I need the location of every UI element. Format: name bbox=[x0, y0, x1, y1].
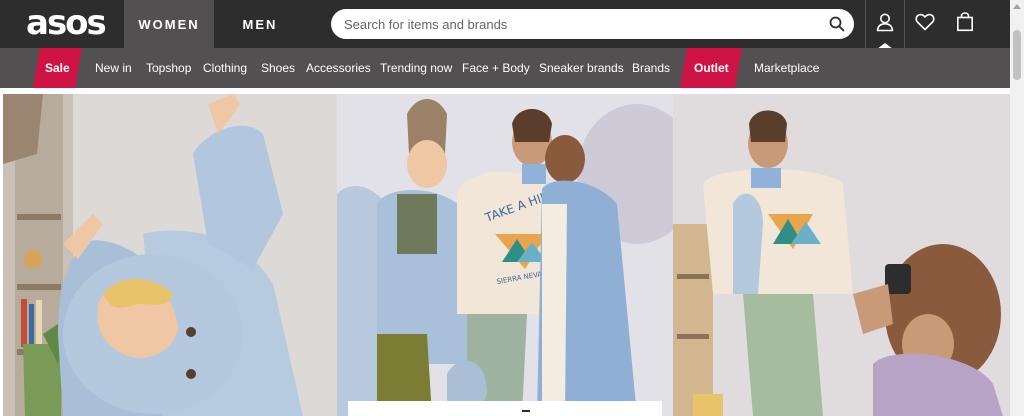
nav-topshop[interactable]: Topshop bbox=[146, 48, 191, 88]
nav-face-body[interactable]: Face + Body bbox=[462, 48, 530, 88]
nav-trending-now[interactable]: Trending now bbox=[380, 48, 452, 88]
hero-cta-card[interactable] bbox=[348, 401, 662, 416]
account-icon bbox=[875, 12, 895, 37]
scroll-up-arrow-icon[interactable] bbox=[1013, 4, 1021, 9]
nav-accessories[interactable]: Accessories bbox=[306, 48, 371, 88]
search-icon[interactable] bbox=[820, 9, 854, 39]
hero-photo-3 bbox=[673, 94, 1010, 416]
nav-shoes[interactable]: Shoes bbox=[261, 48, 295, 88]
top-header: asos WOMEN MEN bbox=[0, 0, 1010, 49]
search-bar bbox=[331, 9, 854, 39]
nav-outlet[interactable]: Outlet bbox=[680, 48, 742, 88]
bag-button[interactable] bbox=[945, 0, 985, 48]
nav-clothing[interactable]: Clothing bbox=[203, 48, 247, 88]
account-button[interactable] bbox=[865, 0, 905, 48]
hero-cta-mark bbox=[522, 410, 530, 412]
nav-sneaker-brands[interactable]: Sneaker brands bbox=[539, 48, 624, 88]
nav-sale[interactable]: Sale bbox=[33, 48, 82, 88]
hero-photo-1 bbox=[3, 94, 337, 416]
heart-icon bbox=[915, 13, 935, 36]
search-input[interactable] bbox=[331, 10, 820, 38]
tab-men[interactable]: MEN bbox=[214, 0, 306, 48]
nav-new-in[interactable]: New in bbox=[95, 48, 132, 88]
saved-items-button[interactable] bbox=[905, 0, 945, 48]
scrollbar-thumb[interactable] bbox=[1013, 30, 1021, 80]
hero-photo-2: TAKE A HIKE SIERRA NEVADA bbox=[337, 94, 673, 416]
category-nav: Sale New in Topshop Clothing Shoes Acces… bbox=[0, 48, 1010, 88]
hero-banner[interactable]: TAKE A HIKE SIERRA NEVADA bbox=[0, 94, 1010, 416]
tab-women[interactable]: WOMEN bbox=[124, 0, 214, 48]
asos-logo[interactable]: asos bbox=[26, 6, 107, 42]
page-scrollbar[interactable] bbox=[1010, 0, 1024, 416]
bag-icon bbox=[956, 11, 974, 37]
nav-marketplace[interactable]: Marketplace bbox=[754, 48, 819, 88]
nav-brands[interactable]: Brands bbox=[632, 48, 670, 88]
